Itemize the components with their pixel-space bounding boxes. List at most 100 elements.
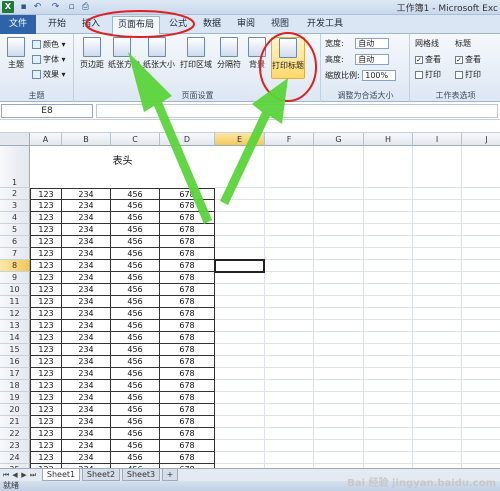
column-header-a[interactable]: A [30, 133, 62, 146]
column-header-d[interactable]: D [160, 133, 215, 146]
table-cell[interactable]: 123 [30, 320, 62, 332]
table-cell[interactable]: 123 [30, 356, 62, 368]
table-cell[interactable]: 123 [30, 248, 62, 260]
column-header-f[interactable]: F [265, 133, 314, 146]
table-cell[interactable]: 456 [111, 392, 160, 404]
table-cell[interactable]: 123 [30, 404, 62, 416]
table-cell[interactable]: 456 [111, 428, 160, 440]
table-cell[interactable]: 678 [160, 188, 215, 200]
table-cell[interactable]: 456 [111, 212, 160, 224]
table-cell[interactable]: 678 [160, 284, 215, 296]
row-header-11[interactable]: 11 [0, 296, 30, 308]
table-cell[interactable]: 234 [62, 320, 111, 332]
table-cell[interactable]: 456 [111, 236, 160, 248]
height-select[interactable]: 自动 [355, 54, 390, 65]
table-cell[interactable]: 234 [62, 368, 111, 380]
table-cell[interactable]: 678 [160, 212, 215, 224]
table-cell[interactable]: 678 [160, 344, 215, 356]
table-cell[interactable]: 123 [30, 272, 62, 284]
table-cell[interactable]: 456 [111, 380, 160, 392]
table-cell[interactable]: 678 [160, 404, 215, 416]
table-cell[interactable]: 123 [30, 380, 62, 392]
table-cell[interactable]: 234 [62, 248, 111, 260]
table-cell[interactable]: 234 [62, 380, 111, 392]
tab-view[interactable]: 视图 [266, 16, 294, 33]
table-cell[interactable]: 234 [62, 452, 111, 464]
row-header-9[interactable]: 9 [0, 272, 30, 284]
column-header-e[interactable]: E [215, 133, 265, 146]
first-sheet-icon[interactable]: ⏮ [2, 471, 10, 480]
prev-sheet-icon[interactable]: ◀ [11, 471, 19, 480]
table-cell[interactable]: 234 [62, 272, 111, 284]
scale-input[interactable]: 100% [362, 70, 397, 81]
table-cell[interactable]: 678 [160, 272, 215, 284]
table-cell[interactable]: 678 [160, 356, 215, 368]
column-header-j[interactable]: J [462, 133, 500, 146]
column-header-g[interactable]: G [314, 133, 364, 146]
table-cell[interactable]: 456 [111, 440, 160, 452]
excel-logo-icon[interactable]: X [2, 1, 14, 13]
table-cell[interactable]: 678 [160, 236, 215, 248]
table-cell[interactable]: 678 [160, 368, 215, 380]
row-header-23[interactable]: 23 [0, 440, 30, 452]
row-header-4[interactable]: 4 [0, 212, 30, 224]
table-cell[interactable]: 678 [160, 332, 215, 344]
table-cell[interactable]: 678 [160, 200, 215, 212]
row-header-20[interactable]: 20 [0, 404, 30, 416]
background-button[interactable]: 背景 [243, 37, 271, 79]
table-cell[interactable]: 123 [30, 188, 62, 200]
table-cell[interactable]: 123 [30, 368, 62, 380]
table-cell[interactable]: 456 [111, 248, 160, 260]
table-cell[interactable]: 123 [30, 224, 62, 236]
table-cell[interactable]: 678 [160, 224, 215, 236]
table-cell[interactable]: 456 [111, 344, 160, 356]
print-titles-button[interactable]: 打印标题 [271, 37, 305, 79]
themes-button[interactable]: 主题 [2, 37, 30, 79]
table-cell[interactable]: 123 [30, 440, 62, 452]
table-cell[interactable]: 234 [62, 416, 111, 428]
tab-home[interactable]: 开始 [44, 16, 70, 33]
table-cell[interactable]: 456 [111, 200, 160, 212]
sheet-tab-sheet1[interactable]: Sheet1 [42, 469, 80, 481]
column-header-i[interactable]: I [413, 133, 462, 146]
table-cell[interactable]: 456 [111, 452, 160, 464]
table-cell[interactable]: 123 [30, 236, 62, 248]
row-header-16[interactable]: 16 [0, 356, 30, 368]
table-cell[interactable]: 234 [62, 404, 111, 416]
table-cell[interactable]: 123 [30, 296, 62, 308]
table-cell[interactable]: 678 [160, 260, 215, 272]
row-header-7[interactable]: 7 [0, 248, 30, 260]
table-cell[interactable]: 456 [111, 332, 160, 344]
row-header-5[interactable]: 5 [0, 224, 30, 236]
row-header-12[interactable]: 12 [0, 308, 30, 320]
table-cell[interactable]: 678 [160, 380, 215, 392]
table-cell[interactable]: 234 [62, 308, 111, 320]
row-header-22[interactable]: 22 [0, 428, 30, 440]
table-cell[interactable]: 234 [62, 356, 111, 368]
tab-data[interactable]: 数据 [198, 16, 226, 33]
table-cell[interactable]: 456 [111, 260, 160, 272]
row-header-24[interactable]: 24 [0, 452, 30, 464]
table-cell[interactable]: 678 [160, 296, 215, 308]
last-sheet-icon[interactable]: ⏭ [29, 471, 37, 480]
column-header-h[interactable]: H [364, 133, 413, 146]
table-cell[interactable]: 123 [30, 452, 62, 464]
table-cell[interactable]: 678 [160, 248, 215, 260]
insert-sheet-icon[interactable]: + [162, 469, 178, 481]
table-cell[interactable]: 234 [62, 224, 111, 236]
row-header-15[interactable]: 15 [0, 344, 30, 356]
row-header-18[interactable]: 18 [0, 380, 30, 392]
column-header-c[interactable]: C [111, 133, 160, 146]
table-cell[interactable]: 123 [30, 428, 62, 440]
headings-print-checkbox[interactable] [455, 70, 463, 79]
tab-review[interactable]: 审阅 [232, 16, 260, 33]
table-cell[interactable]: 678 [160, 392, 215, 404]
colors-button[interactable]: 颜色 ▾ [32, 39, 66, 51]
effects-button[interactable]: 效果 ▾ [32, 69, 66, 81]
save-icon[interactable]: ▪ [18, 2, 29, 13]
next-sheet-icon[interactable]: ▶ [20, 471, 28, 480]
breaks-button[interactable]: 分隔符 [215, 37, 243, 79]
table-cell[interactable]: 678 [160, 428, 215, 440]
table-cell[interactable]: 456 [111, 320, 160, 332]
row-header-14[interactable]: 14 [0, 332, 30, 344]
